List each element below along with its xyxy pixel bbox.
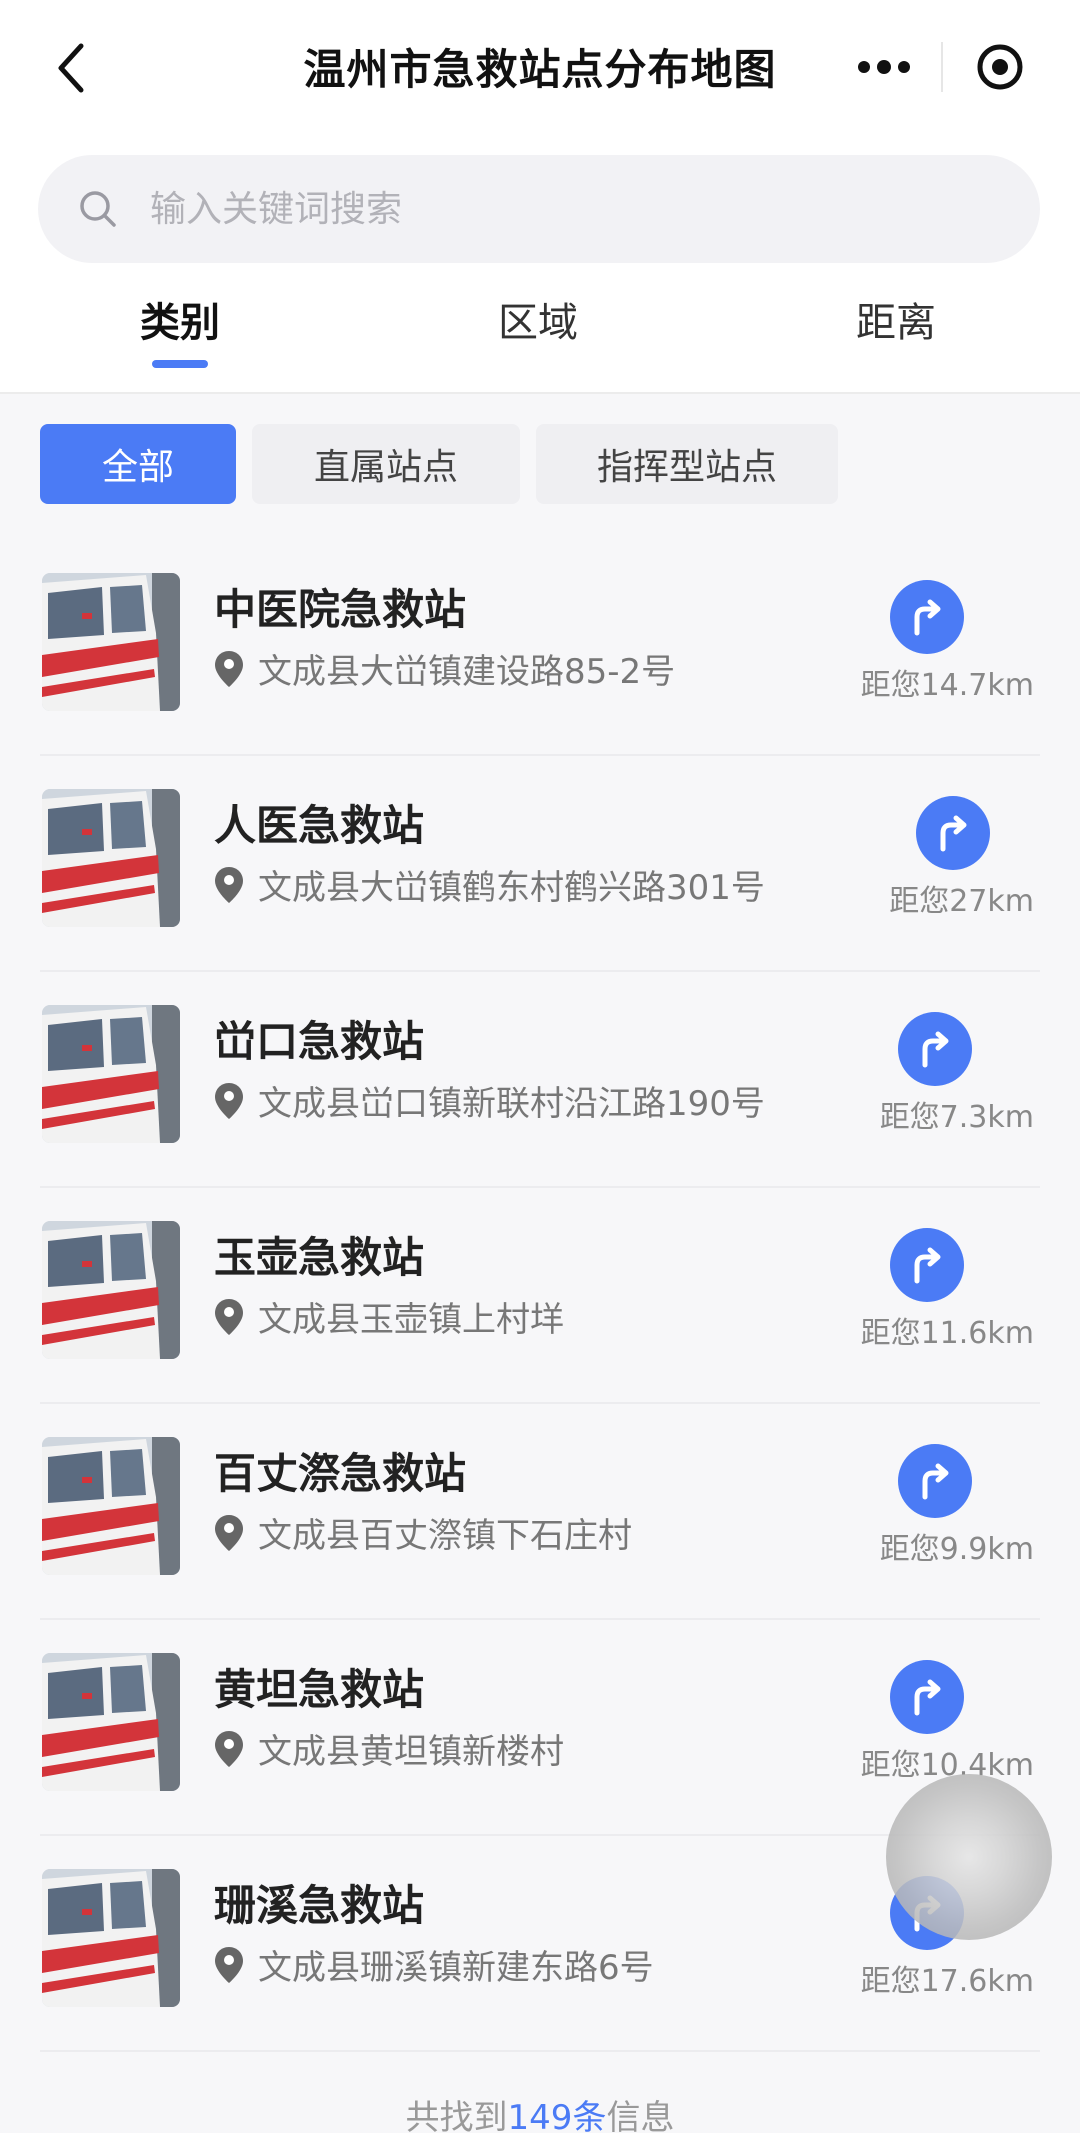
station-address-text: 文成县珊溪镇新建东路6号 xyxy=(258,1948,654,1988)
navigate-button[interactable] xyxy=(890,1228,964,1302)
list-divider xyxy=(40,2050,1040,2052)
location-pin-icon xyxy=(215,1514,243,1551)
tab-region[interactable]: 区域 xyxy=(478,290,598,380)
station-distance: 距您27km xyxy=(889,884,1034,919)
nav-bar: 温州市急救站点分布地图 xyxy=(0,0,1080,140)
station-thumbnail xyxy=(42,1653,180,1791)
more-dots-icon xyxy=(857,60,910,74)
tab-region-label: 区域 xyxy=(498,300,578,346)
station-address-text: 文成县大峃镇鹤东村鹤兴路301号 xyxy=(258,868,765,908)
tab-category[interactable]: 类别 xyxy=(120,290,240,380)
filter-direct-stations[interactable]: 直属站点 xyxy=(252,424,520,504)
search-input[interactable] xyxy=(150,188,950,230)
station-name: 中医院急救站 xyxy=(214,585,467,634)
target-circle-icon xyxy=(977,44,1022,90)
station-distance: 距您17.6km xyxy=(860,1964,1034,1999)
station-thumbnail xyxy=(42,1437,180,1575)
navigate-button[interactable] xyxy=(898,1012,972,1086)
header-area: 温州市急救站点分布地图 输入关键词搜索 类别 区域 距离 xyxy=(0,0,1080,394)
tab-bar: 类别 区域 距离 xyxy=(0,290,1080,394)
location-pin-icon xyxy=(215,866,243,903)
station-address: 文成县黄坦镇新楼村 xyxy=(214,1724,564,1773)
mini-program-capsule xyxy=(826,22,1056,112)
turn-right-icon xyxy=(914,1247,941,1284)
search-bar[interactable] xyxy=(38,155,1040,263)
navigate-button[interactable] xyxy=(898,1444,972,1518)
location-pin-icon xyxy=(215,1082,243,1119)
navigate-button[interactable] xyxy=(890,1660,964,1734)
navigate-button[interactable] xyxy=(890,580,964,654)
result-count-suffix: 信息 xyxy=(606,2098,675,2133)
list-item[interactable]: 玉壶急救站 文成县玉壶镇上村垟 距您11.6km xyxy=(40,1188,1040,1404)
list-item[interactable]: 中医院急救站 文成县大峃镇建设路85-2号 距您14.7km xyxy=(40,540,1040,756)
navigate-button[interactable] xyxy=(916,796,990,870)
station-thumbnail xyxy=(42,789,180,927)
filter-command-stations[interactable]: 指挥型站点 xyxy=(536,424,838,504)
location-pin-icon xyxy=(215,1946,243,1983)
station-address-text: 文成县大峃镇建设路85-2号 xyxy=(258,652,676,692)
result-count: 共找到149条信息 xyxy=(0,2090,1080,2133)
station-thumbnail xyxy=(42,1005,180,1143)
station-name: 黄坦急救站 xyxy=(214,1665,425,1714)
station-address: 文成县大峃镇建设路85-2号 xyxy=(214,644,675,693)
station-address-text: 文成县峃口镇新联村沿江路190号 xyxy=(258,1084,765,1124)
station-address-text: 文成县玉壶镇上村垟 xyxy=(258,1300,564,1340)
station-thumbnail xyxy=(42,1869,180,2007)
station-thumbnail xyxy=(42,1221,180,1359)
more-button[interactable] xyxy=(826,22,941,112)
tab-category-label: 类别 xyxy=(140,300,220,346)
station-address: 文成县珊溪镇新建东路6号 xyxy=(214,1940,654,1989)
list-item[interactable]: 人医急救站 文成县大峃镇鹤东村鹤兴路301号 距您27km xyxy=(40,756,1040,972)
tab-distance-label: 距离 xyxy=(856,300,936,346)
floating-assistive-button[interactable] xyxy=(886,1774,1052,1940)
filter-all[interactable]: 全部 xyxy=(40,424,236,504)
station-name: 玉壶急救站 xyxy=(214,1233,425,1282)
turn-right-icon xyxy=(940,815,967,852)
location-pin-icon xyxy=(215,1730,243,1767)
list-item[interactable]: 峃口急救站 文成县峃口镇新联村沿江路190号 距您7.3km xyxy=(40,972,1040,1188)
station-name: 峃口急救站 xyxy=(214,1017,425,1066)
tab-distance[interactable]: 距离 xyxy=(836,290,956,380)
station-address-text: 文成县百丈漈镇下石庄村 xyxy=(258,1516,632,1556)
result-count-number: 149条 xyxy=(507,2098,607,2133)
station-address: 文成县大峃镇鹤东村鹤兴路301号 xyxy=(214,860,765,909)
tab-active-indicator xyxy=(152,360,208,368)
station-distance: 距您9.9km xyxy=(879,1532,1034,1567)
station-address: 文成县百丈漈镇下石庄村 xyxy=(214,1508,632,1557)
location-pin-icon xyxy=(215,650,243,687)
turn-right-icon xyxy=(914,1679,941,1716)
turn-right-icon xyxy=(922,1031,949,1068)
turn-right-icon xyxy=(922,1463,949,1500)
list-item[interactable]: 百丈漈急救站 文成县百丈漈镇下石庄村 距您9.9km xyxy=(40,1404,1040,1620)
station-distance: 距您7.3km xyxy=(879,1100,1034,1135)
station-list: 中医院急救站 文成县大峃镇建设路85-2号 距您14.7km 人医急救站 文成县… xyxy=(40,540,1040,2052)
location-pin-icon xyxy=(215,1298,243,1335)
result-count-prefix: 共找到 xyxy=(405,2098,508,2133)
station-name: 百丈漈急救站 xyxy=(214,1449,467,1498)
search-icon xyxy=(78,179,138,239)
station-distance: 距您14.7km xyxy=(860,668,1034,703)
list-item[interactable]: 黄坦急救站 文成县黄坦镇新楼村 距您10.4km xyxy=(40,1620,1040,1836)
station-thumbnail xyxy=(42,573,180,711)
station-distance: 距您11.6km xyxy=(860,1316,1034,1351)
station-address-text: 文成县黄坦镇新楼村 xyxy=(258,1732,564,1772)
station-name: 珊溪急救站 xyxy=(214,1881,425,1930)
station-address: 文成县玉壶镇上村垟 xyxy=(214,1292,564,1341)
turn-right-icon xyxy=(914,599,941,636)
close-mini-program-button[interactable] xyxy=(943,22,1056,112)
station-name: 人医急救站 xyxy=(214,801,425,850)
station-address: 文成县峃口镇新联村沿江路190号 xyxy=(214,1076,765,1125)
